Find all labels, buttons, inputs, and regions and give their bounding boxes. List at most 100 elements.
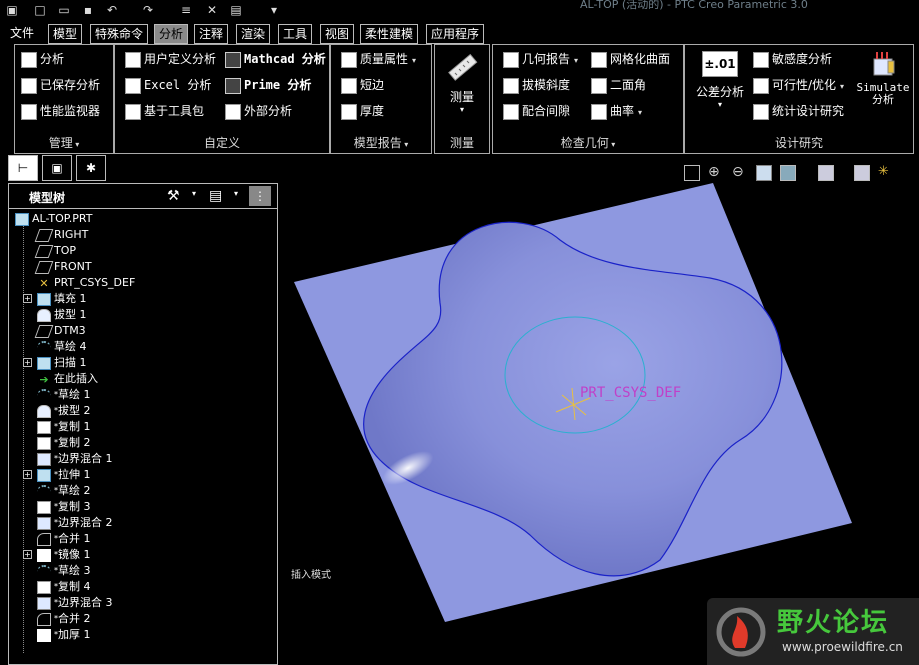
tree-node[interactable]: *边界混合 3 bbox=[37, 595, 113, 611]
feasibility-optimization-button[interactable]: 可行性/优化 ▾ bbox=[753, 75, 844, 95]
performance-monitor-button[interactable]: 性能监视器 bbox=[21, 101, 100, 121]
datum-display-icon[interactable]: ✳ bbox=[878, 165, 894, 181]
zoom-out-icon[interactable]: ⊖ bbox=[732, 165, 748, 181]
chevron-down-icon[interactable]: ▾ bbox=[840, 82, 844, 91]
chevron-down-icon[interactable]: ▾ bbox=[574, 56, 578, 65]
tab-analysis[interactable]: 分析 bbox=[154, 24, 189, 44]
tab-tools[interactable]: 工具 bbox=[278, 24, 313, 44]
tree-node[interactable]: TOP bbox=[34, 243, 76, 259]
expand-icon[interactable]: + bbox=[23, 294, 32, 303]
refit-icon[interactable] bbox=[684, 165, 700, 181]
tree-node[interactable]: RIGHT bbox=[34, 227, 88, 243]
tab-file[interactable]: 文件 bbox=[6, 24, 39, 42]
repaint-icon[interactable] bbox=[756, 165, 772, 181]
tab-model[interactable]: 模型 bbox=[48, 24, 83, 44]
tab-applications[interactable]: 应用程序 bbox=[426, 24, 485, 44]
open-file-icon[interactable]: ▭ bbox=[56, 2, 72, 18]
regenerate-icon[interactable]: ≡ bbox=[178, 2, 194, 18]
tab-special-commands[interactable]: 特殊命令 bbox=[90, 24, 149, 44]
chevron-down-icon[interactable]: ▾ bbox=[234, 189, 238, 198]
close-window-icon[interactable]: ✕ bbox=[204, 2, 220, 18]
saved-orientations-icon[interactable] bbox=[818, 165, 834, 181]
tree-node[interactable]: *复制 4 bbox=[37, 579, 91, 595]
expand-icon[interactable]: + bbox=[23, 358, 32, 367]
tree-filter-icon[interactable]: ⋮ bbox=[249, 186, 271, 206]
group-label-model-report[interactable]: 模型报告 ▾ bbox=[331, 134, 431, 151]
tree-node[interactable]: ✕ PRT_CSYS_DEF bbox=[37, 275, 135, 291]
undo-icon[interactable]: ↶ bbox=[104, 2, 120, 18]
mate-clearance-button[interactable]: 配合间隙 bbox=[503, 101, 570, 121]
mesh-surface-button[interactable]: 网格化曲面 bbox=[591, 49, 670, 69]
mathcad-analysis-button[interactable]: Mathcad 分析 bbox=[225, 49, 326, 69]
excel-analysis-button[interactable]: Excel 分析 bbox=[125, 75, 211, 95]
simulate-analysis-button[interactable]: Simulate 分析 bbox=[855, 49, 911, 106]
tree-node[interactable]: + 填充 1 bbox=[23, 291, 87, 307]
tree-node[interactable]: *拔型 2 bbox=[37, 403, 91, 419]
tree-node[interactable]: DTM3 bbox=[34, 323, 86, 339]
tree-node[interactable]: *边界混合 1 bbox=[37, 451, 113, 467]
geometry-report-button[interactable]: 几何报告 ▾ bbox=[503, 49, 578, 69]
tree-node[interactable]: *加厚 1 bbox=[37, 627, 91, 643]
tree-node[interactable]: *合并 1 bbox=[37, 531, 91, 547]
app-icon[interactable]: ▣ bbox=[4, 2, 20, 18]
short-edge-button[interactable]: 短边 bbox=[341, 75, 384, 95]
chevron-down-icon[interactable]: ▾ bbox=[638, 108, 642, 117]
measure-button[interactable]: 测量 ▾ bbox=[439, 51, 485, 114]
tree-node[interactable]: *合并 2 bbox=[37, 611, 91, 627]
thickness-button[interactable]: 厚度 bbox=[341, 101, 384, 121]
tab-folder-browser[interactable]: ▣ bbox=[42, 155, 72, 181]
tab-view[interactable]: 视图 bbox=[320, 24, 355, 44]
chevron-down-icon[interactable]: ▾ bbox=[192, 189, 196, 198]
tree-node[interactable]: *复制 3 bbox=[37, 499, 91, 515]
tree-node[interactable]: *复制 2 bbox=[37, 435, 91, 451]
external-analysis-button[interactable]: 外部分析 bbox=[225, 101, 292, 121]
saved-analysis-button[interactable]: 已保存分析 bbox=[21, 75, 100, 95]
chevron-down-icon[interactable]: ▾ bbox=[412, 56, 416, 65]
tree-node-label: 扫描 1 bbox=[54, 356, 87, 369]
tab-flexible-modeling[interactable]: 柔性建模 bbox=[360, 24, 419, 44]
quick-access-more-icon[interactable]: ▾ bbox=[266, 2, 282, 18]
save-icon[interactable]: ▪ bbox=[80, 2, 96, 18]
tree-node[interactable]: *草绘 3 bbox=[37, 563, 91, 579]
display-style-icon[interactable] bbox=[780, 165, 796, 181]
tab-favorites[interactable]: ✱ bbox=[76, 155, 106, 181]
expand-icon[interactable]: + bbox=[23, 550, 32, 559]
statistical-design-study-button[interactable]: 统计设计研究 bbox=[753, 101, 844, 121]
group-label-inspect-geometry[interactable]: 检查几何 ▾ bbox=[493, 134, 683, 151]
graphics-area[interactable]: PRT_CSYS_DEF bbox=[280, 180, 919, 665]
analysis-button[interactable]: 分析 bbox=[21, 49, 64, 69]
tree-node[interactable]: FRONT bbox=[34, 259, 92, 275]
expand-icon[interactable]: + bbox=[23, 470, 32, 479]
user-defined-analysis-button[interactable]: 用户定义分析 bbox=[125, 49, 216, 69]
tree-node[interactable]: *草绘 2 bbox=[37, 483, 91, 499]
tree-settings-icon[interactable]: ⚒ bbox=[167, 188, 180, 204]
tree-node[interactable]: + *拉伸 1 bbox=[23, 467, 91, 483]
new-file-icon[interactable]: □ bbox=[32, 2, 48, 18]
view-manager-icon[interactable] bbox=[854, 165, 870, 181]
tree-node[interactable]: AL-TOP.PRT bbox=[15, 211, 92, 227]
group-label-manage[interactable]: 管理 ▾ bbox=[15, 134, 113, 151]
windows-icon[interactable]: ▤ bbox=[228, 2, 244, 18]
dihedral-angle-button[interactable]: 二面角 bbox=[591, 75, 646, 95]
tree-node[interactable]: + *镜像 1 bbox=[23, 547, 91, 563]
show-icon[interactable]: ▤ bbox=[209, 188, 222, 204]
tolerance-analysis-button[interactable]: ±.01 公差分析 ▾ bbox=[689, 51, 751, 109]
redo-icon[interactable]: ↷ bbox=[140, 2, 156, 18]
tab-model-tree[interactable]: ⊢ bbox=[8, 155, 38, 181]
prime-analysis-button[interactable]: Prime 分析 bbox=[225, 75, 311, 95]
draft-button[interactable]: 拔模斜度 bbox=[503, 75, 570, 95]
tree-node[interactable]: *边界混合 2 bbox=[37, 515, 113, 531]
zoom-in-icon[interactable]: ⊕ bbox=[708, 165, 724, 181]
toolkit-based-button[interactable]: 基于工具包 bbox=[125, 101, 204, 121]
tab-render[interactable]: 渲染 bbox=[236, 24, 271, 44]
tree-node[interactable]: *复制 1 bbox=[37, 419, 91, 435]
tree-node[interactable]: 草绘 4 bbox=[37, 339, 87, 355]
mass-properties-button[interactable]: 质量属性 ▾ bbox=[341, 49, 416, 69]
tree-node[interactable]: 拔型 1 bbox=[37, 307, 87, 323]
tree-node[interactable]: *草绘 1 bbox=[37, 387, 91, 403]
sensitivity-analysis-button[interactable]: 敏感度分析 bbox=[753, 49, 832, 69]
curvature-button[interactable]: 曲率 ▾ bbox=[591, 101, 642, 121]
tree-node[interactable]: ➔ 在此插入 bbox=[37, 371, 98, 387]
tree-node[interactable]: + 扫描 1 bbox=[23, 355, 87, 371]
tab-annotate[interactable]: 注释 bbox=[194, 24, 229, 44]
